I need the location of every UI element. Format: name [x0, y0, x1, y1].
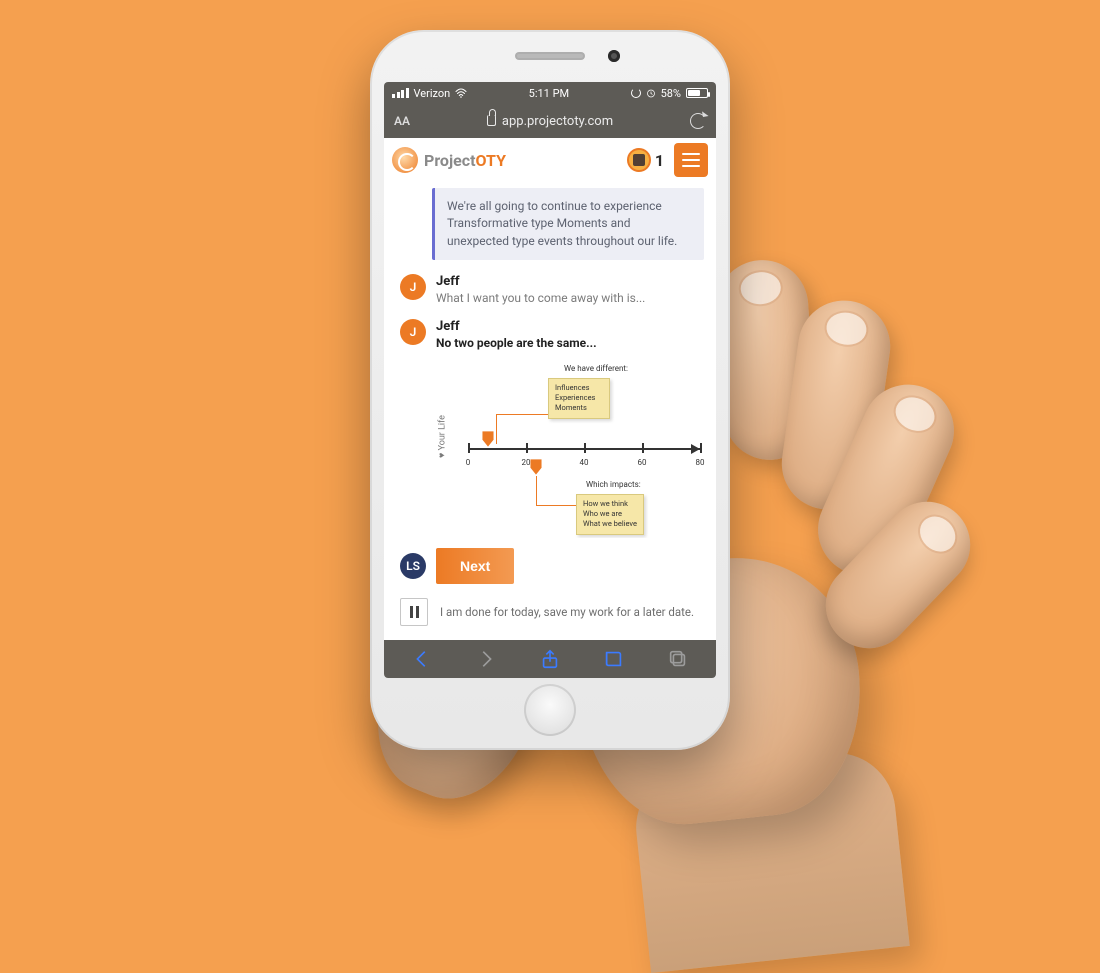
tick-label: 60: [638, 458, 647, 467]
app-primary-actions: LS Next: [384, 538, 716, 594]
message: J Jeff No two people are the same... You…: [400, 319, 704, 538]
tick-label: 40: [580, 458, 589, 467]
note-line: Experiences: [555, 393, 603, 403]
notification-count: 1: [655, 151, 664, 170]
note-line: How we think: [583, 499, 637, 509]
carrier-label: Verizon: [414, 87, 451, 100]
note-top-title: We have different:: [564, 364, 628, 373]
x-axis: 0 20 40 60 80: [468, 448, 700, 450]
signal-bars-icon: [392, 88, 409, 98]
note-top: Influences Experiences Moments: [548, 378, 610, 418]
brand-logo-icon: [392, 147, 418, 173]
battery-icon: [686, 88, 708, 98]
alarm-icon: [646, 88, 656, 98]
note-line: Moments: [555, 403, 603, 413]
phone-screen: Verizon 5:11 PM 58% AA app.projectoty.co…: [384, 82, 716, 678]
timeline-marker: [481, 430, 495, 448]
message-author: Jeff: [436, 319, 704, 334]
brand-title: ProjectOTY: [424, 151, 506, 170]
connector-bottom: [536, 476, 576, 506]
url-display[interactable]: app.projectoty.com: [487, 114, 613, 129]
message-author: Jeff: [436, 274, 704, 289]
forward-button[interactable]: [472, 645, 500, 673]
conversation-body[interactable]: We're all going to continue to experienc…: [384, 182, 716, 538]
notification-icon: [627, 148, 651, 172]
message-text: What I want you to come away with is...: [436, 291, 704, 305]
notification-indicator[interactable]: 1: [627, 148, 664, 172]
share-button[interactable]: [536, 645, 564, 673]
brand[interactable]: ProjectOTY: [392, 147, 506, 173]
life-timeline-diagram: Your Life We have different: Influences …: [436, 358, 704, 538]
note-line: Influences: [555, 383, 603, 393]
tabs-button[interactable]: [664, 645, 692, 673]
app-header: ProjectOTY 1: [384, 138, 716, 182]
message-text: No two people are the same...: [436, 336, 704, 350]
iphone-device: Verizon 5:11 PM 58% AA app.projectoty.co…: [370, 30, 730, 750]
lock-icon: [487, 115, 496, 126]
url-text: app.projectoty.com: [502, 114, 613, 129]
brand-part2: OTY: [476, 151, 506, 170]
note-bottom: How we think Who we are What we believe: [576, 494, 644, 534]
safari-toolbar: [384, 640, 716, 678]
statusbar-time: 5:11 PM: [529, 87, 569, 100]
battery-pct: 58%: [661, 87, 681, 100]
info-callout: We're all going to continue to experienc…: [432, 188, 704, 260]
connector-top: [496, 414, 548, 444]
note-line: Who we are: [583, 509, 637, 519]
next-button[interactable]: Next: [436, 548, 514, 584]
avatar: J: [400, 274, 426, 300]
note-line: What we believe: [583, 519, 637, 529]
timeline-marker: [529, 458, 543, 476]
ios-statusbar: Verizon 5:11 PM 58%: [384, 82, 716, 104]
wifi-icon: [455, 88, 467, 98]
menu-button[interactable]: [674, 143, 708, 177]
refresh-icon[interactable]: [690, 113, 706, 129]
text-size-button[interactable]: AA: [394, 114, 410, 128]
message: J Jeff What I want you to come away with…: [400, 274, 704, 305]
save-later-text[interactable]: I am done for today, save my work for a …: [440, 605, 694, 619]
tick-label: 80: [696, 458, 705, 467]
rotation-lock-icon: [631, 88, 641, 98]
user-avatar[interactable]: LS: [400, 553, 426, 579]
pause-button[interactable]: [400, 598, 428, 626]
y-axis-label: Your Life: [437, 415, 448, 458]
app-secondary-actions: I am done for today, save my work for a …: [384, 594, 716, 640]
bookmarks-button[interactable]: [600, 645, 628, 673]
home-button[interactable]: [524, 684, 576, 736]
back-button[interactable]: [408, 645, 436, 673]
app-viewport: ProjectOTY 1 We're all going to continue…: [384, 138, 716, 640]
brand-part1: Project: [424, 151, 476, 170]
note-bottom-title: Which impacts:: [586, 480, 641, 489]
safari-addressbar[interactable]: AA app.projectoty.com: [384, 104, 716, 138]
tick-label: 0: [466, 458, 471, 467]
avatar: J: [400, 319, 426, 345]
